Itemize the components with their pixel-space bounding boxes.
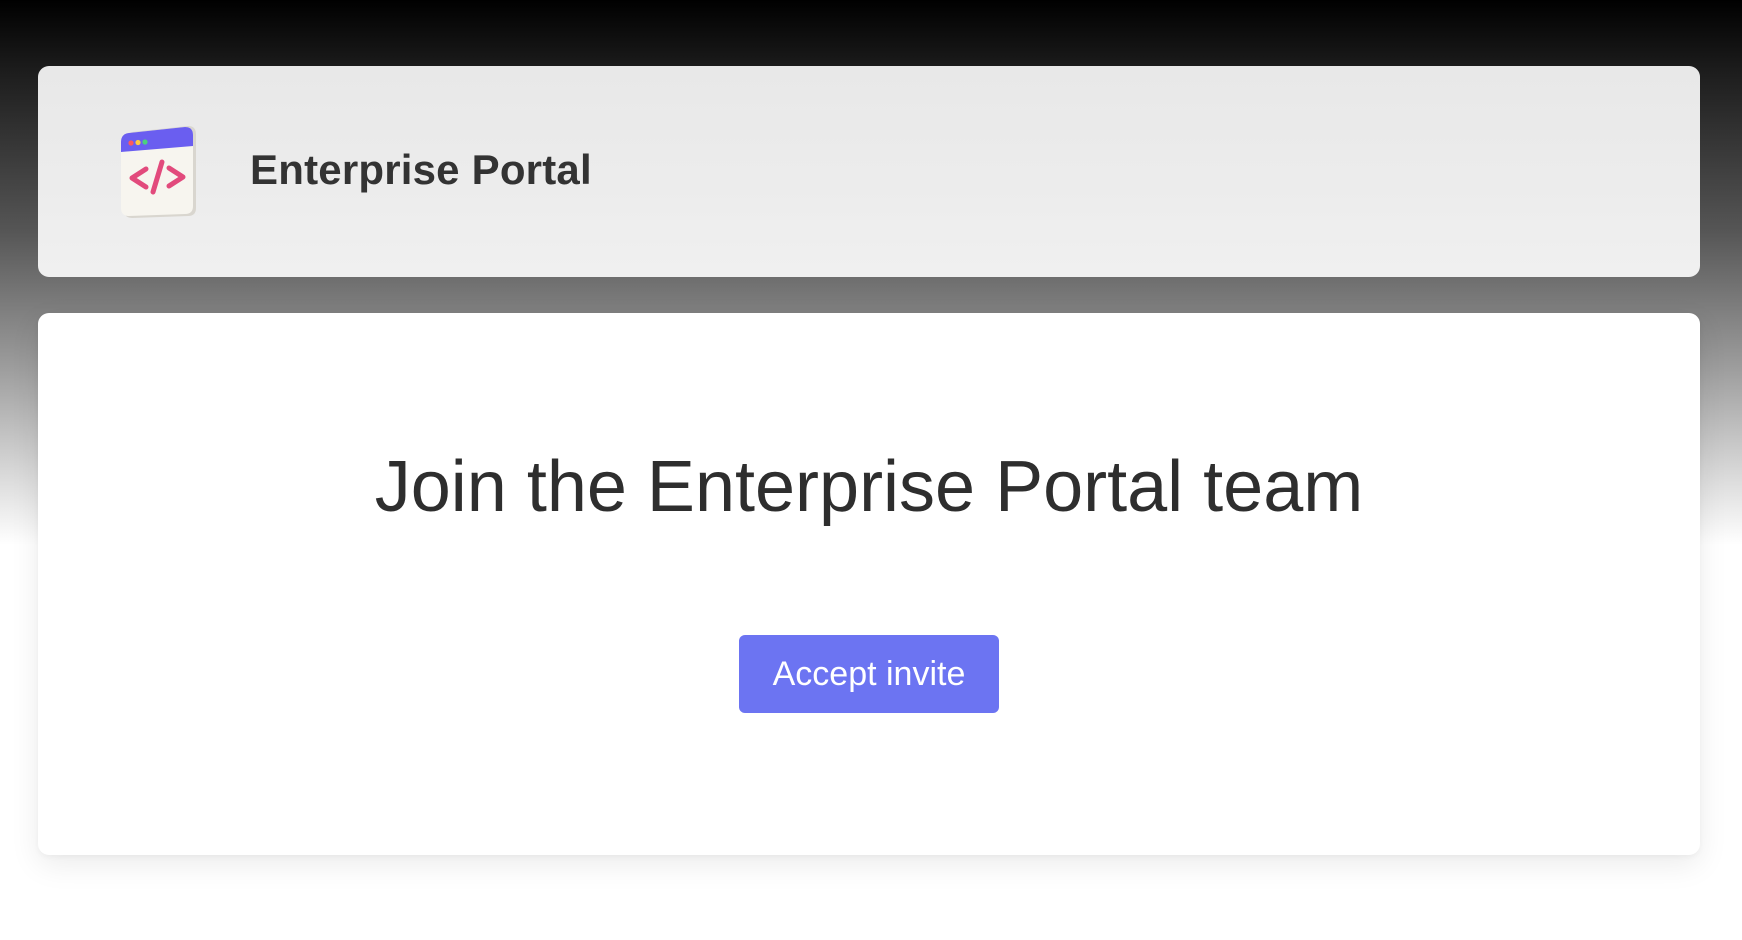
- brand-title: Enterprise Portal: [250, 146, 592, 193]
- code-window-icon: [118, 122, 200, 220]
- invite-heading: Join the Enterprise Portal team: [374, 447, 1364, 527]
- invite-card: Join the Enterprise Portal team Accept i…: [38, 313, 1700, 855]
- accept-invite-button[interactable]: Accept invite: [739, 635, 999, 713]
- header-bar: Enterprise Portal: [38, 66, 1700, 277]
